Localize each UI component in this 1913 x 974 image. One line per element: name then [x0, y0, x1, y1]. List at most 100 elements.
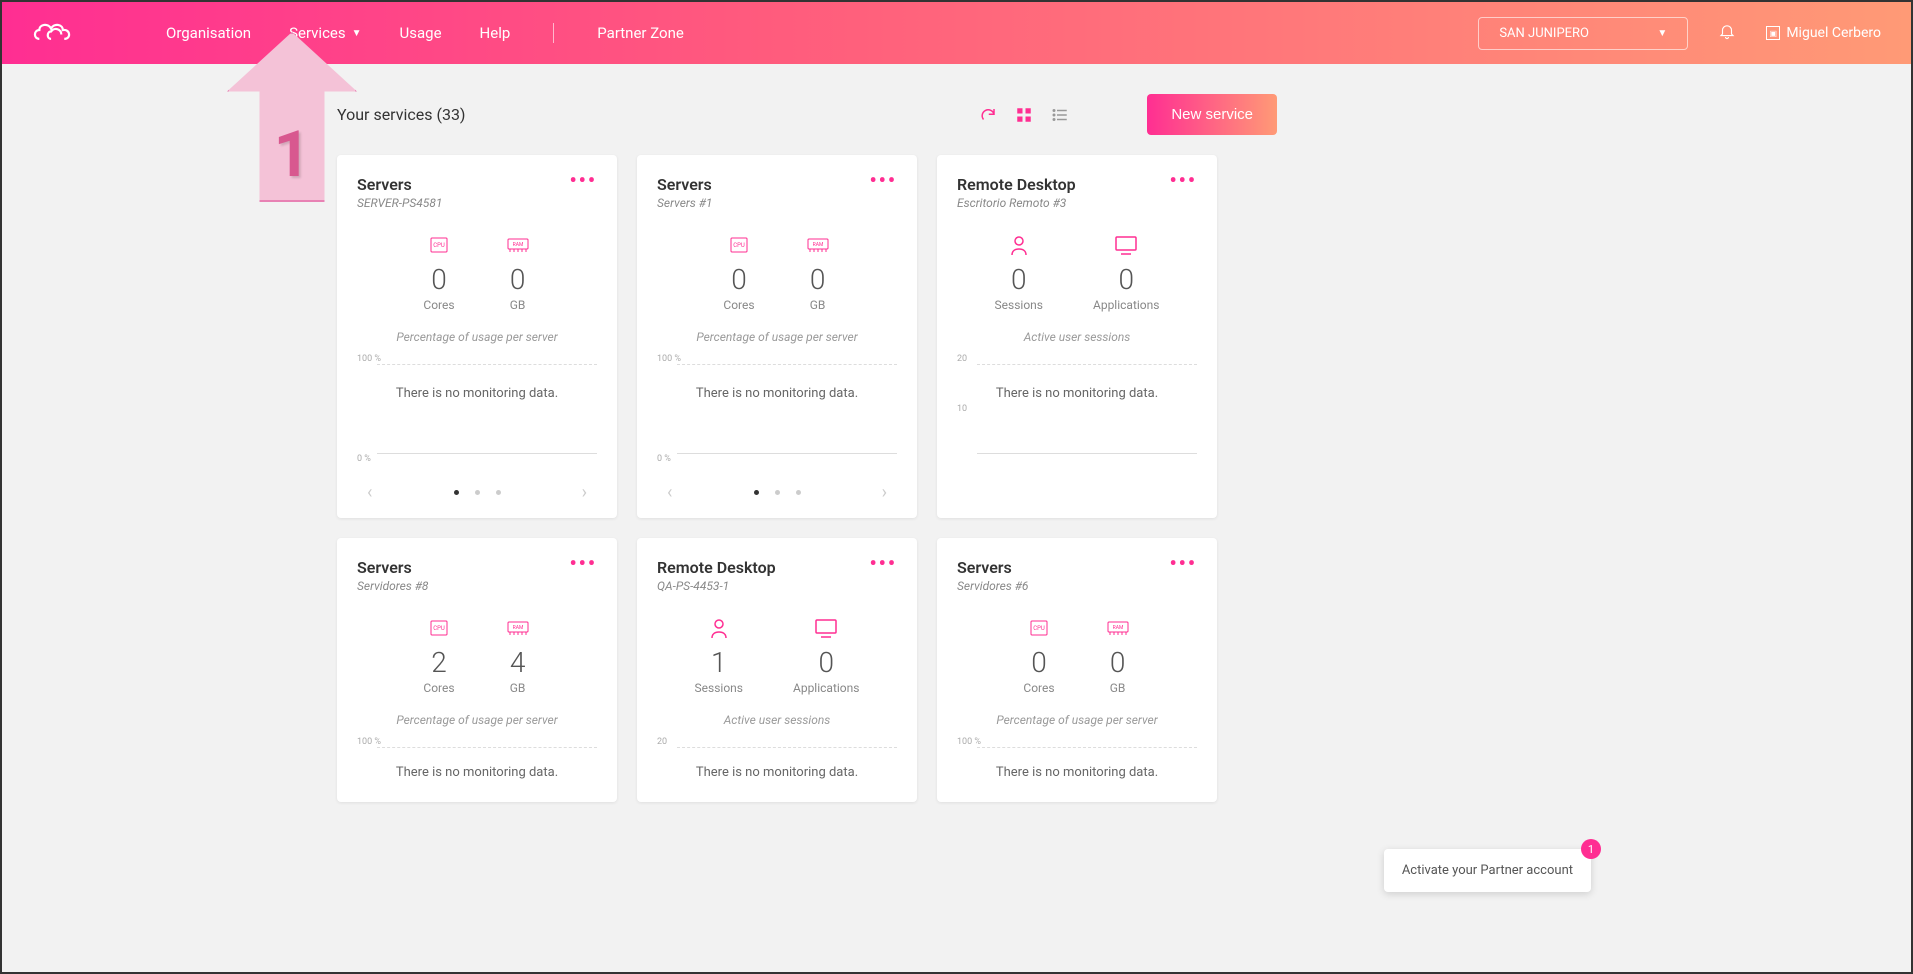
no-data-message: There is no monitoring data.: [357, 386, 597, 401]
monitor-icon: [813, 618, 839, 638]
list-view-icon[interactable]: [1051, 106, 1069, 124]
metric-value-2: 0: [805, 263, 831, 296]
nav-help[interactable]: Help: [480, 24, 511, 42]
svg-text:RAM: RAM: [512, 242, 523, 248]
svg-text:CPU: CPU: [1033, 625, 1045, 632]
chevron-down-icon: ▼: [1657, 28, 1667, 39]
card-subtitle: SERVER-PS4581: [357, 196, 442, 210]
pager-prev-icon[interactable]: ‹: [367, 482, 372, 503]
metric-label-2: GB: [1105, 681, 1131, 695]
ram-icon: RAM: [1105, 618, 1131, 638]
metric-label-1: Sessions: [995, 298, 1043, 312]
chart-y-mid: 10: [957, 404, 967, 414]
metric-label-2: GB: [505, 298, 531, 312]
no-data-message: There is no monitoring data.: [357, 765, 597, 780]
card-metrics: CPU 0 Cores RAM 0 GB: [357, 235, 597, 312]
card-menu-icon[interactable]: •••: [1169, 558, 1197, 568]
card-caption: Percentage of usage per server: [957, 713, 1197, 727]
service-card: Servers SERVER-PS4581 ••• CPU 0 Cores RA…: [337, 155, 617, 518]
partner-activation-toast[interactable]: Activate your Partner account 1: [1384, 849, 1591, 892]
pager-dot[interactable]: [796, 490, 801, 495]
svg-text:CPU: CPU: [433, 625, 445, 632]
card-subtitle: QA-PS-4453-1: [657, 579, 776, 593]
metric-value-1: 0: [723, 263, 754, 296]
pager-dot[interactable]: [454, 490, 459, 495]
service-card: Remote Desktop Escritorio Remoto #3 ••• …: [937, 155, 1217, 518]
card-menu-icon[interactable]: •••: [569, 175, 597, 185]
avatar-icon: ▣: [1766, 26, 1780, 40]
metric-value-2: 0: [1105, 646, 1131, 679]
chart-y-bottom: 0 %: [357, 454, 371, 464]
metric-label-1: Sessions: [695, 681, 743, 695]
card-chart: 100 % 0 % There is no monitoring data.: [357, 354, 597, 464]
card-subtitle: Servers #1: [657, 196, 712, 210]
services-grid: Servers SERVER-PS4581 ••• CPU 0 Cores RA…: [337, 155, 1911, 802]
card-title: Servers: [357, 558, 428, 577]
chart-y-top: 100 %: [357, 354, 381, 364]
card-menu-icon[interactable]: •••: [869, 558, 897, 568]
card-menu-icon[interactable]: •••: [1169, 175, 1197, 185]
service-card: Remote Desktop QA-PS-4453-1 ••• 1 Sessio…: [637, 538, 917, 802]
metric-value-2: 4: [505, 646, 531, 679]
org-selector[interactable]: SAN JUNIPERO ▼: [1478, 17, 1688, 50]
notifications-icon[interactable]: [1718, 22, 1736, 44]
nav-usage[interactable]: Usage: [400, 24, 442, 42]
card-metrics: 0 Sessions 0 Applications: [957, 235, 1197, 312]
user-name: Miguel Cerbero: [1786, 25, 1881, 41]
refresh-icon[interactable]: [979, 106, 997, 124]
metric-value-2: 0: [1093, 263, 1159, 296]
chart-y-top: 20: [957, 354, 967, 364]
user-menu[interactable]: ▣ Miguel Cerbero: [1766, 25, 1881, 41]
metric-value-2: 0: [505, 263, 531, 296]
metric-label-1: Cores: [1023, 681, 1054, 695]
nav-partner-zone[interactable]: Partner Zone: [597, 24, 684, 42]
pager-dot[interactable]: [754, 490, 759, 495]
metric-label-2: Applications: [793, 681, 859, 695]
card-chart: 100 % There is no monitoring data.: [957, 737, 1197, 787]
new-service-button[interactable]: New service: [1147, 94, 1277, 135]
card-chart: 100 % 0 % There is no monitoring data.: [657, 354, 897, 464]
card-title: Servers: [957, 558, 1028, 577]
no-data-message: There is no monitoring data.: [657, 765, 897, 780]
card-caption: Active user sessions: [657, 713, 897, 727]
pager-dot[interactable]: [475, 490, 480, 495]
metric-label-1: Cores: [423, 681, 454, 695]
pager-prev-icon[interactable]: ‹: [667, 482, 672, 503]
metric-label-2: Applications: [1093, 298, 1159, 312]
metric-label-2: GB: [805, 298, 831, 312]
card-caption: Percentage of usage per server: [657, 330, 897, 344]
nav-divider: [553, 23, 554, 43]
grid-view-icon[interactable]: [1015, 106, 1033, 124]
card-caption: Active user sessions: [957, 330, 1197, 344]
card-title: Remote Desktop: [657, 558, 776, 577]
monitor-icon: [1113, 235, 1139, 255]
pager-next-icon[interactable]: ›: [582, 482, 587, 503]
annotation-callout-1: 1: [227, 32, 357, 202]
metric-label-2: GB: [505, 681, 531, 695]
card-title: Remote Desktop: [957, 175, 1076, 194]
service-card: Servers Servidores #8 ••• CPU 2 Cores RA…: [337, 538, 617, 802]
chart-y-top: 100 %: [357, 737, 381, 747]
pager-next-icon[interactable]: ›: [882, 482, 887, 503]
metric-value-1: 2: [423, 646, 454, 679]
pager-dot[interactable]: [496, 490, 501, 495]
header-right: SAN JUNIPERO ▼ ▣ Miguel Cerbero: [1478, 17, 1881, 50]
ram-icon: RAM: [505, 618, 531, 638]
svg-text:RAM: RAM: [812, 242, 823, 248]
no-data-message: There is no monitoring data.: [657, 386, 897, 401]
card-title: Servers: [657, 175, 712, 194]
metric-label-1: Cores: [423, 298, 454, 312]
card-chart: 100 % There is no monitoring data.: [357, 737, 597, 787]
pager-dot[interactable]: [775, 490, 780, 495]
metric-value-2: 0: [793, 646, 859, 679]
toast-badge: 1: [1581, 839, 1601, 859]
card-menu-icon[interactable]: •••: [569, 558, 597, 568]
card-chart: 20 There is no monitoring data.: [657, 737, 897, 787]
ram-icon: RAM: [805, 235, 831, 255]
metric-value-1: 0: [423, 263, 454, 296]
cpu-icon: CPU: [1026, 618, 1052, 638]
card-menu-icon[interactable]: •••: [869, 175, 897, 185]
metric-label-1: Cores: [723, 298, 754, 312]
logo[interactable]: [32, 18, 76, 48]
toolbar: Your services (33) New service: [337, 84, 1277, 155]
